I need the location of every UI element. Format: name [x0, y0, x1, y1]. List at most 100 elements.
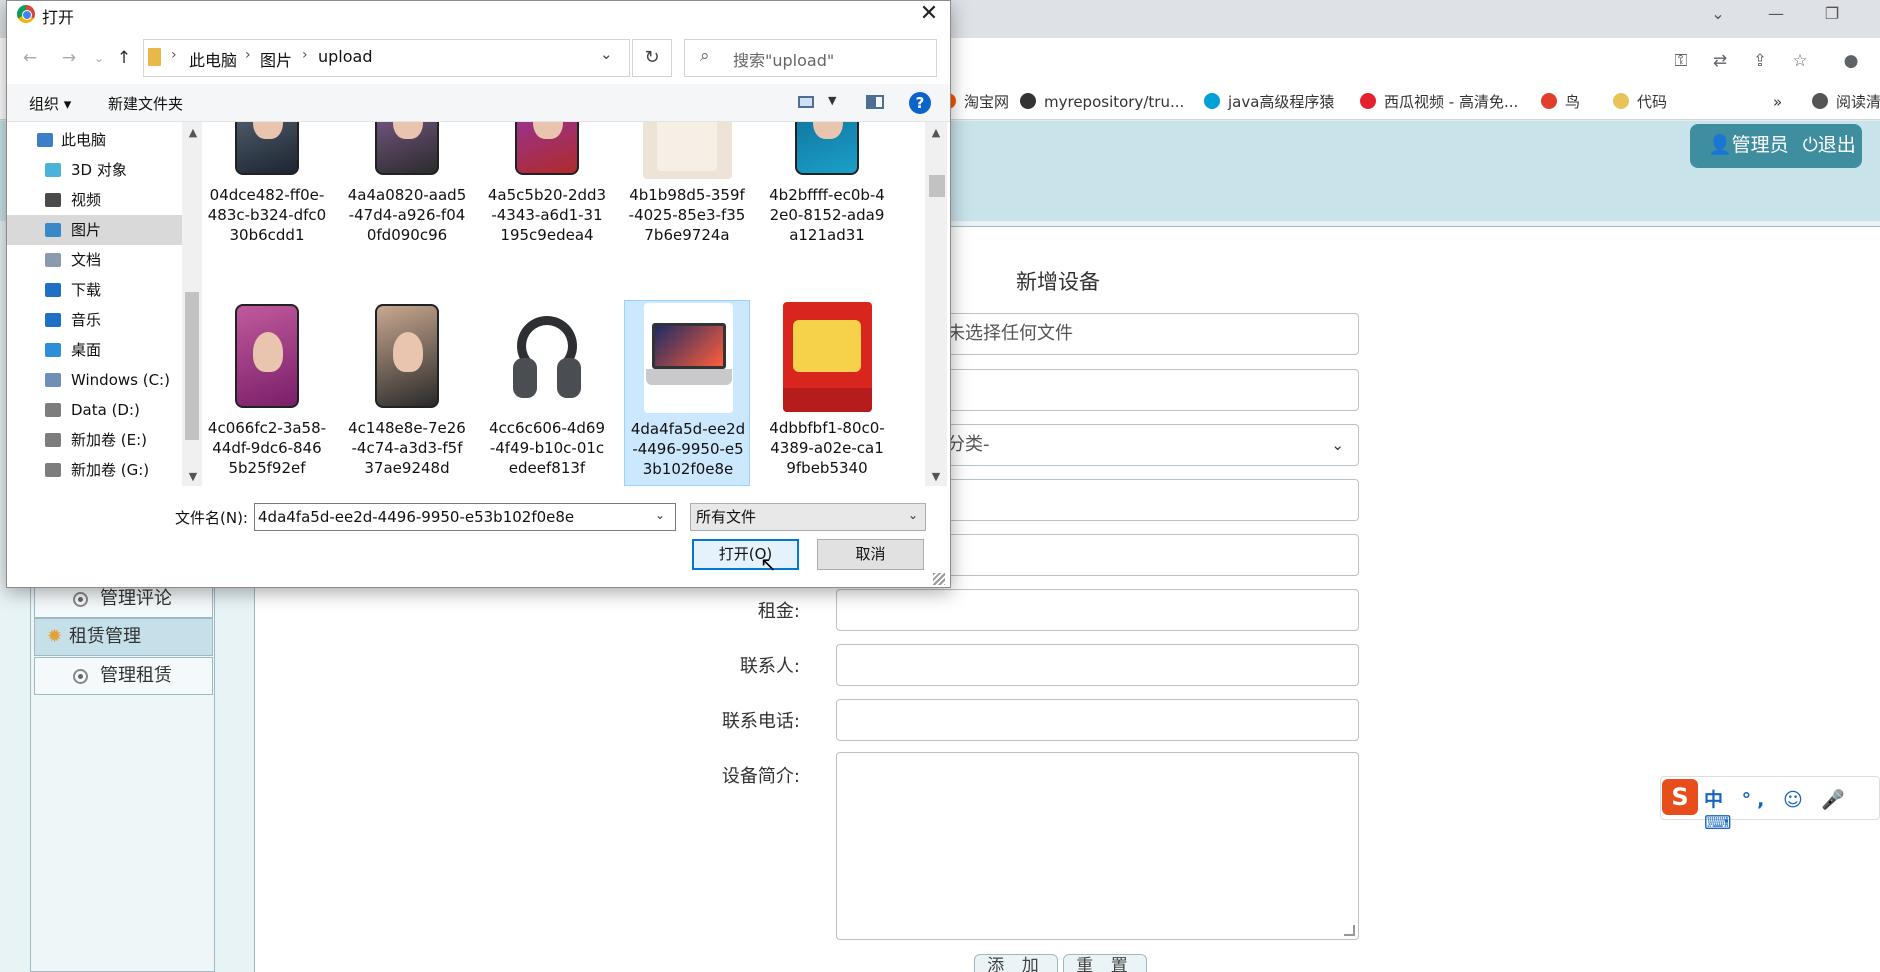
- bookmarks-more[interactable]: »: [1773, 91, 1782, 113]
- translate-icon[interactable]: ⇄: [1707, 48, 1733, 74]
- breadcrumb-separator-icon: ›: [245, 47, 251, 63]
- bookmark-item[interactable]: myrepository/tru...: [1020, 91, 1184, 113]
- bookmark-label: 淘宝网: [964, 93, 1010, 111]
- resize-grip-icon[interactable]: [933, 573, 945, 585]
- share-icon[interactable]: ⇪: [1747, 48, 1773, 74]
- up-icon[interactable]: ↑: [114, 46, 134, 70]
- open-button[interactable]: 打开(O): [692, 539, 799, 570]
- file-item[interactable]: 4da4fa5d-ee2d -4496-9950-e5 3b102f0e8e: [624, 300, 750, 486]
- recent-dropdown-icon[interactable]: ⌄: [89, 46, 109, 70]
- scroll-up-icon[interactable]: ▲: [929, 126, 943, 139]
- tree-item[interactable]: 3D 对象: [7, 155, 182, 185]
- refresh-icon[interactable]: ↻: [632, 39, 672, 77]
- file-name-line: 2e0-8152-ada9: [769, 206, 885, 224]
- menu-item-manage-lease[interactable]: 管理租赁: [34, 657, 213, 695]
- bookmark-item[interactable]: 西瓜视频 - 高清免...: [1360, 91, 1518, 113]
- files-scrollbar-thumb[interactable]: [929, 175, 945, 197]
- address-dropdown-icon[interactable]: ⌄: [600, 45, 613, 63]
- file-item[interactable]: 4a4a0820-aad5 -47d4-a926-f04 0fd090c96: [344, 122, 470, 253]
- contact-input[interactable]: [836, 644, 1359, 686]
- tree-folder-icon: [45, 253, 61, 267]
- file-grid: 04dce482-ff0e- 483c-b324-dfc0 30b6cdd1 4a4a…: [203, 122, 925, 486]
- tree-item-label: 文档: [71, 251, 102, 269]
- bookmark-item[interactable]: 鸟: [1541, 91, 1580, 113]
- file-item[interactable]: 04dce482-ff0e- 483c-b324-dfc0 30b6cdd1: [204, 122, 330, 253]
- tree-item[interactable]: 图片: [7, 215, 182, 245]
- rent-label: 租金:: [757, 601, 800, 622]
- tree-item-label: 新加卷 (E:): [71, 431, 148, 449]
- file-name-line: 04dce482-ff0e-: [209, 186, 325, 204]
- tree-item[interactable]: Windows (C:): [7, 365, 182, 395]
- close-icon[interactable]: ✕: [914, 0, 944, 28]
- filename-input[interactable]: 4da4fa5d-ee2d-4496-9950-e53b102f0e8e: [254, 503, 676, 531]
- file-name-line: 37ae9248d: [364, 459, 450, 477]
- user-icon: 👤: [1708, 134, 1732, 156]
- view-dropdown-icon[interactable]: ▼: [828, 94, 836, 107]
- breadcrumb-upload[interactable]: upload: [318, 47, 373, 66]
- scroll-down-icon[interactable]: ▼: [929, 470, 943, 483]
- key-icon[interactable]: ⚿: [1668, 48, 1694, 74]
- file-item[interactable]: 4c148e8e-7e26 -4c74-a3d3-f5f 37ae9248d: [344, 300, 470, 486]
- logout-link[interactable]: 退出: [1818, 134, 1856, 156]
- file-name-line: 4b2bffff-ec0b-4: [769, 186, 885, 204]
- bookmark-item[interactable]: java高级程序猿: [1204, 91, 1334, 113]
- file-name-line: 9fbeb5340: [786, 459, 868, 477]
- bookmark-label: myrepository/tru...: [1044, 93, 1185, 111]
- breadcrumb-pictures[interactable]: 图片: [260, 47, 292, 71]
- file-item[interactable]: 4dbbfbf1-80c0- 4389-a02e-ca1 9fbeb5340: [764, 300, 890, 486]
- chevron-down-icon[interactable]: ⌄: [1694, 0, 1742, 30]
- tree-item[interactable]: 新加卷 (G:): [7, 455, 182, 485]
- intro-textarea[interactable]: [836, 752, 1359, 940]
- tree-scrollbar-thumb[interactable]: [185, 292, 199, 440]
- scroll-down-icon[interactable]: ▼: [186, 470, 200, 483]
- star-icon[interactable]: ☆: [1787, 48, 1813, 74]
- tree-item[interactable]: 新加卷 (E:): [7, 425, 182, 455]
- contact-label: 联系人:: [739, 656, 800, 677]
- restore-icon[interactable]: ❐: [1808, 0, 1856, 30]
- tree-item-label: 下载: [71, 281, 102, 299]
- ime-status[interactable]: 中 °, ☺ 🎤 ⌨: [1704, 785, 1880, 834]
- organize-button[interactable]: 组织 ▾: [29, 93, 71, 114]
- file-item[interactable]: 4a5c5b20-2dd3 -4343-a6d1-31 195c9edea4: [484, 122, 610, 253]
- tree-folder-icon: [45, 403, 61, 417]
- bookmark-favicon-icon: [1613, 93, 1629, 109]
- cancel-button[interactable]: 取消: [817, 539, 924, 570]
- filetype-select[interactable]: 所有文件: [690, 503, 926, 531]
- user-label[interactable]: 管理员: [1732, 134, 1789, 156]
- profile-icon[interactable]: ●: [1838, 48, 1864, 74]
- tree-item[interactable]: 文档: [7, 245, 182, 275]
- new-folder-button[interactable]: 新建文件夹: [108, 93, 183, 114]
- bookmark-item[interactable]: 代码: [1613, 91, 1667, 113]
- menu-category-lease[interactable]: ✹ 租赁管理: [34, 618, 213, 656]
- file-name-line: 5b25f92ef: [228, 459, 306, 477]
- view-mode-icon[interactable]: [798, 96, 814, 108]
- sogou-ime-icon[interactable]: S: [1662, 779, 1698, 815]
- tree-item-label: 桌面: [71, 341, 102, 359]
- minimize-icon[interactable]: —: [1752, 0, 1800, 30]
- back-icon[interactable]: ←: [20, 46, 40, 70]
- scroll-up-icon[interactable]: ▲: [186, 126, 200, 139]
- tree-folder-icon: [45, 193, 61, 207]
- breadcrumb-this-pc[interactable]: 此电脑: [189, 47, 237, 71]
- tree-item[interactable]: 视频: [7, 185, 182, 215]
- phone-input[interactable]: [836, 699, 1359, 741]
- help-icon[interactable]: ?: [909, 92, 931, 114]
- rent-input[interactable]: [836, 589, 1359, 631]
- bookmark-item[interactable]: 阅读清: [1812, 91, 1880, 113]
- add-button[interactable]: 添 加: [974, 954, 1058, 972]
- tree-item[interactable]: 下载: [7, 275, 182, 305]
- filename-dropdown-icon[interactable]: ⌄: [655, 508, 665, 522]
- reset-button[interactable]: 重 置: [1063, 954, 1147, 972]
- file-item[interactable]: 4c066fc2-3a58- 44df-9dc6-846 5b25f92ef: [204, 300, 330, 486]
- tree-item-label: 此电脑: [61, 131, 107, 149]
- tree-item[interactable]: 桌面: [7, 335, 182, 365]
- file-item[interactable]: 4cc6c606-4d69 -4f49-b10c-01c edeef813f: [484, 300, 610, 486]
- tree-item[interactable]: Data (D:): [7, 395, 182, 425]
- forward-icon[interactable]: →: [59, 46, 79, 70]
- file-item[interactable]: 4b2bffff-ec0b-4 2e0-8152-ada9 a121ad31: [764, 122, 890, 253]
- file-item[interactable]: 4b1b98d5-359f -4025-85e3-f35 7b6e9724a: [624, 122, 750, 253]
- tree-item[interactable]: 音乐: [7, 305, 182, 335]
- preview-pane-icon[interactable]: [866, 95, 884, 109]
- filetype-dropdown-icon[interactable]: ⌄: [908, 508, 918, 522]
- tree-item[interactable]: 此电脑: [7, 125, 182, 155]
